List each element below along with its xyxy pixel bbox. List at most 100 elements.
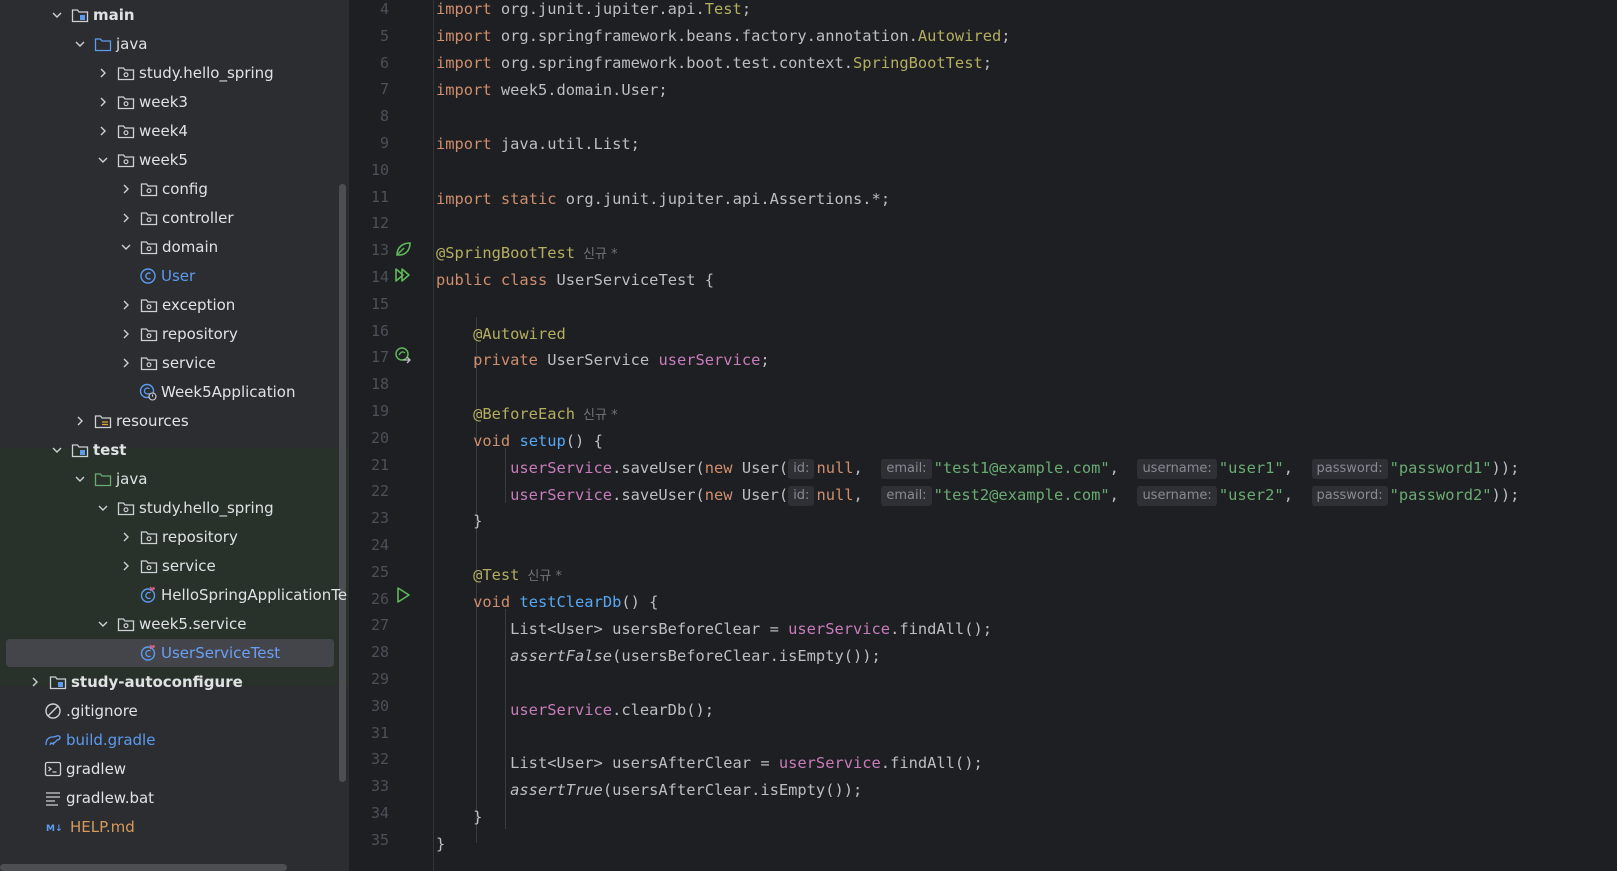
tree-item[interactable]: controller bbox=[0, 203, 349, 233]
chevron-down-icon[interactable] bbox=[73, 37, 87, 51]
chevron-right-icon[interactable] bbox=[119, 559, 133, 573]
tree-horizontal-scrollbar[interactable] bbox=[0, 864, 287, 871]
chevron-down-icon[interactable] bbox=[96, 617, 110, 631]
tree-item[interactable]: week4 bbox=[0, 116, 349, 146]
code-line-20: void setup() { bbox=[473, 432, 603, 450]
chevron-down-icon[interactable] bbox=[50, 8, 64, 22]
tree-vertical-scrollbar[interactable] bbox=[339, 184, 346, 782]
tree-item[interactable]: resources bbox=[0, 406, 349, 436]
tree-item-label: gradlew bbox=[66, 760, 127, 778]
line-number: 9 bbox=[379, 134, 389, 152]
tree-item[interactable]: HelloSpringApplicationTe bbox=[0, 580, 349, 610]
code-line-14: public class UserServiceTest { bbox=[436, 271, 715, 289]
code-line-16: @Autowired bbox=[473, 325, 566, 343]
test-class-icon bbox=[139, 644, 157, 662]
chevron-right-icon[interactable] bbox=[119, 211, 133, 225]
line-number: 28 bbox=[370, 643, 389, 662]
tree-item[interactable]: week5 bbox=[0, 145, 349, 175]
tree-item[interactable]: test bbox=[0, 435, 349, 465]
tree-item[interactable]: study.hello_spring bbox=[0, 58, 349, 88]
tree-item[interactable]: M↓ HELP.md bbox=[0, 812, 349, 842]
chevron-right-icon[interactable] bbox=[119, 356, 133, 370]
tree-item-label: study-autoconfigure bbox=[71, 673, 243, 691]
line-number: 21 bbox=[370, 455, 389, 474]
package-icon bbox=[117, 93, 135, 111]
chevron-right-icon[interactable] bbox=[28, 675, 42, 689]
line-number: 19 bbox=[370, 402, 389, 420]
line-number: 11 bbox=[370, 187, 389, 206]
test-class-icon bbox=[139, 586, 157, 604]
code-editor[interactable]: 4 5 6 7 8 9 10 11 12 13 14 15 16 17 18 19 20 21 22 23 24 25 26… bbox=[349, 0, 1617, 871]
tree-item-label: Week5Application bbox=[161, 383, 296, 401]
code-line-5: import org.springframework.beans.factory… bbox=[436, 27, 1011, 45]
line-number: 7 bbox=[379, 80, 389, 99]
tree-item[interactable]: gradlew bbox=[0, 754, 349, 784]
tree-item[interactable]: week5.service bbox=[0, 609, 349, 639]
tree-item[interactable]: java bbox=[0, 464, 349, 494]
chevron-right-icon[interactable] bbox=[73, 414, 87, 428]
test-source-folder-icon bbox=[94, 470, 112, 488]
run-all-tests-icon[interactable] bbox=[394, 266, 412, 284]
tree-item-label: User bbox=[161, 267, 196, 285]
tree-item[interactable]: repository bbox=[0, 522, 349, 552]
tree-item-label: repository bbox=[162, 528, 238, 546]
gutter-separator bbox=[433, 0, 434, 871]
tree-item[interactable]: gradlew.bat bbox=[0, 783, 349, 813]
chevron-right-icon[interactable] bbox=[119, 182, 133, 196]
chevron-down-icon[interactable] bbox=[96, 153, 110, 167]
code-line-11: import static org.junit.jupiter.api.Asse… bbox=[436, 190, 891, 208]
chevron-right-icon[interactable] bbox=[119, 530, 133, 544]
tree-item[interactable]: service bbox=[0, 551, 349, 581]
tree-item-label: main bbox=[93, 6, 135, 24]
new-change-marker: 신규 * bbox=[583, 247, 618, 262]
tree-item[interactable]: build.gradle bbox=[0, 725, 349, 755]
tree-item[interactable]: repository bbox=[0, 319, 349, 349]
tree-item[interactable]: study-autoconfigure bbox=[0, 667, 349, 697]
tree-item[interactable]: service bbox=[0, 348, 349, 378]
chevron-right-icon[interactable] bbox=[96, 95, 110, 109]
code-line-13: @SpringBootTest 신규 * bbox=[436, 244, 618, 262]
spring-boot-class-icon bbox=[139, 383, 157, 401]
line-number: 15 bbox=[370, 294, 389, 313]
tree-item[interactable]: main bbox=[0, 0, 349, 30]
tree-item-label: java bbox=[116, 35, 148, 53]
chevron-down-icon[interactable] bbox=[73, 472, 87, 486]
line-number: 29 bbox=[370, 670, 389, 688]
tree-item[interactable]: User bbox=[0, 261, 349, 291]
package-icon bbox=[117, 151, 135, 169]
autowired-navigate-icon[interactable] bbox=[394, 346, 412, 364]
line-number: 6 bbox=[379, 53, 389, 72]
tree-item-label: week5.service bbox=[139, 615, 247, 633]
spring-bean-icon[interactable] bbox=[394, 240, 412, 258]
param-hint: id: bbox=[788, 459, 815, 479]
chevron-right-icon[interactable] bbox=[96, 66, 110, 80]
tree-item[interactable]: Week5Application bbox=[0, 377, 349, 407]
chevron-down-icon[interactable] bbox=[96, 501, 110, 515]
chevron-down-icon[interactable] bbox=[119, 240, 133, 254]
chevron-right-icon[interactable] bbox=[119, 298, 133, 312]
chevron-right-icon[interactable] bbox=[96, 124, 110, 138]
code-line-28: assertFalse(usersBeforeClear.isEmpty()); bbox=[510, 647, 881, 665]
tree-item[interactable]: domain bbox=[0, 232, 349, 262]
package-icon bbox=[117, 499, 135, 517]
tree-item[interactable]: java bbox=[0, 29, 349, 59]
code-line-4: import org.junit.jupiter.api.Test; bbox=[436, 0, 752, 18]
tree-item[interactable]: week3 bbox=[0, 87, 349, 117]
chevron-down-icon[interactable] bbox=[50, 443, 64, 457]
package-icon bbox=[117, 64, 135, 82]
chevron-right-icon[interactable] bbox=[119, 327, 133, 341]
param-hint: password: bbox=[1311, 459, 1388, 479]
line-number: 5 bbox=[379, 26, 389, 45]
tree-item[interactable]: study.hello_spring bbox=[0, 493, 349, 523]
run-test-icon[interactable] bbox=[394, 586, 412, 604]
tree-item-label: gradlew.bat bbox=[66, 789, 155, 807]
tree-item[interactable]: UserServiceTest bbox=[0, 638, 349, 668]
line-number: 23 bbox=[370, 509, 389, 528]
tree-item-label: HELP.md bbox=[70, 818, 135, 836]
tree-item-label: service bbox=[162, 557, 216, 575]
tree-item[interactable]: .gitignore bbox=[0, 696, 349, 726]
line-number: 10 bbox=[370, 160, 389, 179]
tree-item[interactable]: exception bbox=[0, 290, 349, 320]
code-line-23: } bbox=[436, 512, 483, 530]
tree-item[interactable]: config bbox=[0, 174, 349, 204]
